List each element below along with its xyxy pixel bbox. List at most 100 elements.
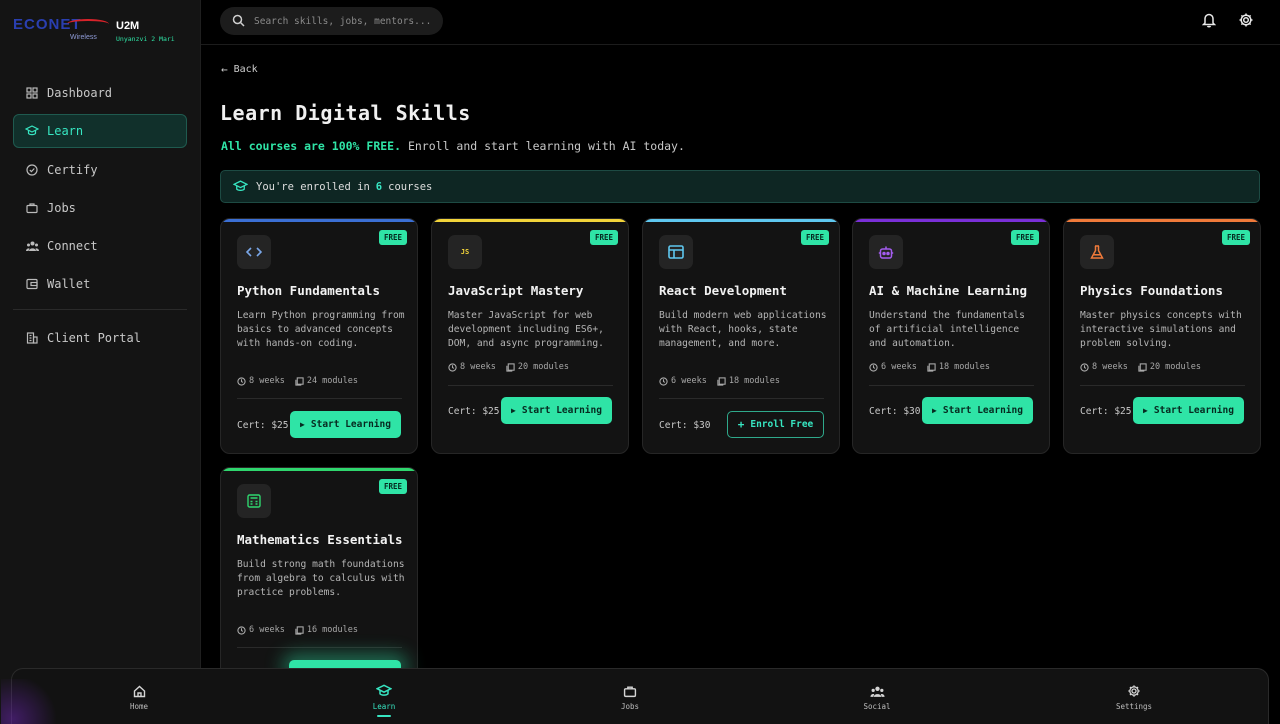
play-icon: ▶ — [1143, 406, 1148, 415]
sidebar-item-connect[interactable]: Connect — [13, 229, 187, 263]
sidebar-item-dashboard[interactable]: Dashboard — [13, 76, 187, 110]
course-card-physics[interactable]: FREE Physics Foundations Master physics … — [1063, 218, 1261, 454]
course-card-python[interactable]: FREE Python Fundamentals Learn Python pr… — [220, 218, 418, 454]
modules-label: 18 modules — [938, 362, 991, 372]
sidebar-item-label: Client Portal — [47, 331, 141, 346]
modules-label: 24 modules — [306, 376, 359, 386]
sidebar-nav: Dashboard Learn Certify Jobs Connect Wal… — [13, 76, 187, 360]
duration: 8 weeks — [237, 376, 285, 386]
card-divider — [1080, 385, 1245, 386]
button-label: Start Learning — [310, 419, 391, 430]
course-title: JavaScript Mastery — [448, 283, 584, 298]
top-bar — [201, 0, 1280, 45]
modules: 24 modules — [295, 376, 358, 386]
sidebar-item-jobs[interactable]: Jobs — [13, 191, 187, 225]
course-description: Understand the fundamentals of artificia… — [869, 310, 1025, 349]
enrolled-count: 6 — [375, 180, 383, 193]
sidebar-item-label: Learn — [47, 124, 84, 139]
play-icon: ▶ — [300, 420, 305, 429]
course-meta: 6 weeks 18 modules — [869, 362, 1000, 372]
bottom-nav-social[interactable]: Social — [847, 683, 907, 711]
sidebar-item-certify[interactable]: Certify — [13, 153, 187, 187]
enroll-free-button[interactable]: + Enroll Free — [727, 411, 824, 438]
card-accent-bar — [643, 219, 839, 222]
course-title: Physics Foundations — [1080, 283, 1223, 298]
calculator-icon — [237, 484, 271, 518]
course-meta: 8 weeks 20 modules — [448, 362, 579, 372]
robot-icon — [869, 235, 903, 269]
course-meta: 6 weeks 18 modules — [659, 376, 790, 386]
econet-logo-swoosh — [67, 19, 109, 29]
card-divider — [237, 647, 402, 648]
decorative-glow — [1, 679, 61, 724]
search-input[interactable] — [254, 15, 434, 27]
main-content: ← Back Learn Digital Skills All courses … — [201, 45, 1280, 724]
card-accent-bar — [432, 219, 628, 222]
bottom-nav-jobs[interactable]: Jobs — [600, 683, 660, 711]
users-icon — [25, 239, 39, 253]
dashboard-icon — [25, 86, 39, 100]
search-box[interactable] — [220, 7, 443, 35]
card-divider — [448, 385, 613, 386]
course-title: React Development — [659, 283, 787, 298]
cert-price: Cert: $25 — [237, 420, 289, 431]
course-description: Learn Python programming from basics to … — [237, 310, 405, 349]
course-card-javascript[interactable]: JS FREE JavaScript Mastery Master JavaSc… — [431, 218, 629, 454]
sidebar-item-client-portal[interactable]: Client Portal — [13, 321, 187, 355]
free-badge: FREE — [378, 230, 407, 245]
course-card-ai-ml[interactable]: FREE AI & Machine Learning Understand th… — [852, 218, 1050, 454]
button-label: Start Learning — [1153, 405, 1234, 416]
gear-icon[interactable] — [1237, 11, 1255, 29]
course-meta: 8 weeks 24 modules — [237, 376, 368, 386]
econet-logo-sub: Wireless — [70, 34, 97, 41]
bottom-nav-home[interactable]: Home — [109, 683, 169, 711]
free-badge: FREE — [800, 230, 829, 245]
sidebar-item-label: Certify — [47, 162, 98, 177]
sidebar-item-label: Connect — [47, 239, 98, 254]
start-learning-button[interactable]: ▶ Start Learning — [1133, 397, 1244, 424]
modules: 20 modules — [506, 362, 569, 372]
card-divider — [659, 398, 824, 399]
bottom-nav-learn[interactable]: Learn — [354, 683, 414, 717]
app-name: U2M — [116, 20, 140, 32]
js-icon-text: JS — [460, 248, 470, 256]
start-learning-button[interactable]: ▶ Start Learning — [290, 411, 401, 438]
bottom-nav-settings[interactable]: Settings — [1104, 683, 1164, 711]
course-card-react[interactable]: FREE React Development Build modern web … — [642, 218, 840, 454]
course-title: AI & Machine Learning — [869, 283, 1028, 298]
page-title: Learn Digital Skills — [220, 101, 471, 125]
course-meta: 6 weeks 16 modules — [237, 625, 368, 635]
plus-icon: + — [737, 418, 745, 431]
duration: 6 weeks — [869, 362, 917, 372]
bell-icon[interactable] — [1200, 11, 1218, 29]
weeks-label: 8 weeks — [460, 362, 496, 372]
sidebar-item-label: Dashboard — [47, 86, 113, 100]
sidebar-item-learn[interactable]: Learn — [13, 114, 187, 149]
graduation-cap-icon — [25, 124, 39, 138]
briefcase-icon — [622, 683, 638, 699]
start-learning-button[interactable]: ▶ Start Learning — [501, 397, 612, 424]
bottom-nav-label: Jobs — [620, 702, 640, 711]
bottom-nav-label: Home — [129, 702, 149, 711]
free-badge: FREE — [1221, 230, 1250, 245]
sidebar-item-wallet[interactable]: Wallet — [13, 267, 187, 301]
modules: 18 modules — [927, 362, 990, 372]
course-description: Master physics concepts with interactive… — [1080, 310, 1242, 349]
brand[interactable]: ECONET Wireless U2M Unyanzvi 2 Mari — [13, 16, 193, 46]
cert-price: Cert: $30 — [869, 406, 921, 417]
cert-price: Cert: $25 — [1080, 406, 1132, 417]
course-meta: 8 weeks 20 modules — [1080, 362, 1211, 372]
app-tagline: Unyanzvi 2 Mari — [116, 35, 175, 43]
duration: 8 weeks — [1080, 362, 1128, 372]
modules: 18 modules — [717, 376, 780, 386]
modules-label: 20 modules — [517, 362, 570, 372]
modules-label: 16 modules — [306, 625, 359, 635]
sidebar-item-label: Jobs — [47, 200, 76, 215]
card-divider — [237, 398, 402, 399]
back-link[interactable]: ← Back — [221, 63, 258, 76]
start-learning-button[interactable]: ▶ Start Learning — [922, 397, 1033, 424]
enrolled-text-pre: You're enrolled in — [256, 180, 370, 193]
course-description: Master JavaScript for web development in… — [448, 310, 604, 349]
weeks-label: 6 weeks — [881, 362, 917, 372]
browser-window-icon — [659, 235, 693, 269]
